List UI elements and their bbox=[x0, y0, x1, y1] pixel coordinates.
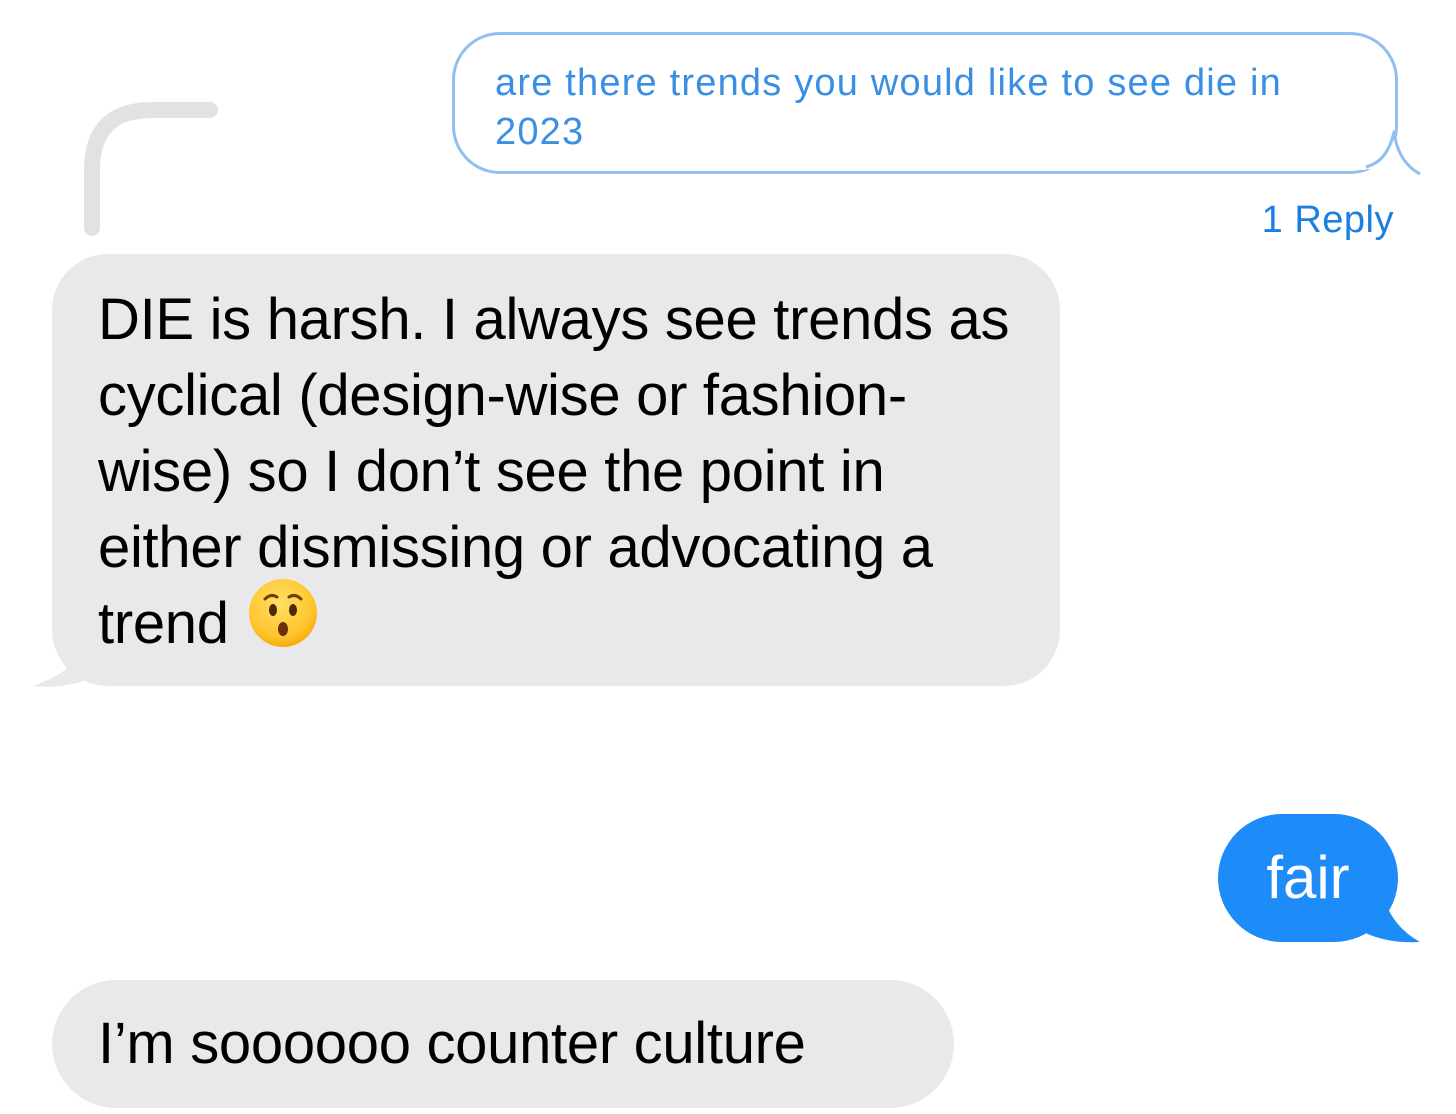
message-text: fair bbox=[1266, 844, 1350, 911]
thread-connector-line bbox=[84, 102, 218, 236]
reply-count-link[interactable]: 1 Reply bbox=[1262, 196, 1394, 244]
quoted-bubble-tail bbox=[1356, 130, 1421, 176]
outgoing-message-bubble[interactable]: fair bbox=[1218, 814, 1398, 942]
message-text: I’m soooooo counter culture bbox=[98, 1011, 806, 1076]
message-text: DIE is harsh. I always see trends as cyc… bbox=[98, 287, 1010, 656]
quoted-message-text: are there trends you would like to see d… bbox=[495, 62, 1282, 153]
incoming-message-bubble[interactable]: I’m soooooo counter culture bbox=[52, 980, 954, 1108]
hushed-face-emoji-icon bbox=[247, 577, 319, 668]
incoming-message-bubble[interactable]: DIE is harsh. I always see trends as cyc… bbox=[52, 254, 1060, 686]
quoted-message-bubble[interactable]: are there trends you would like to see d… bbox=[452, 32, 1398, 174]
